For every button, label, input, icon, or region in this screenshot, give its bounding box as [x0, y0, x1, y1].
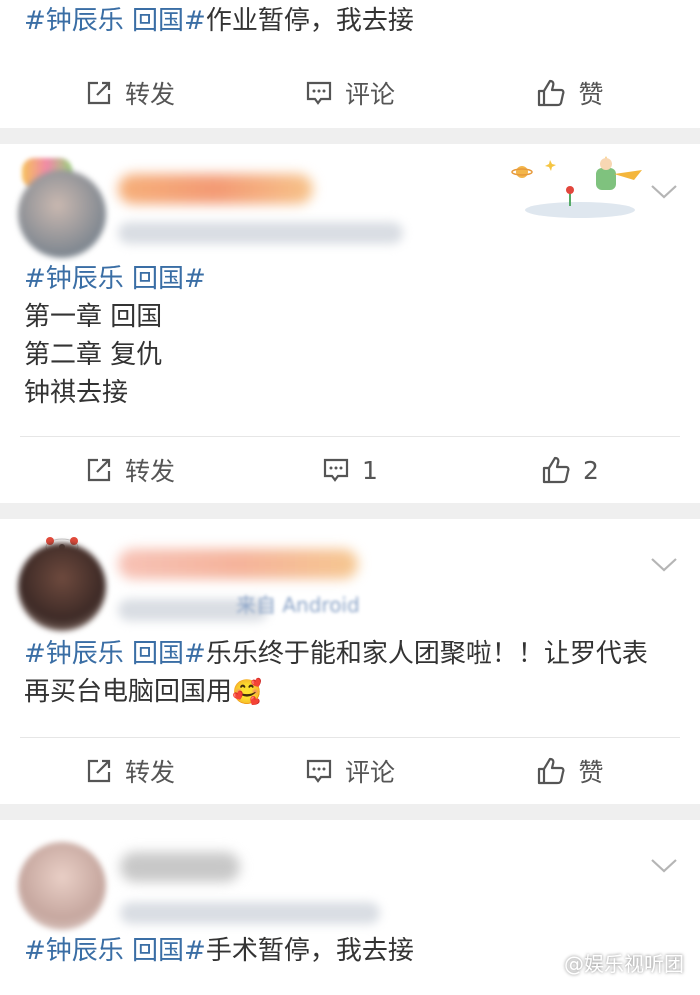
avatar[interactable]	[18, 170, 106, 258]
avatar[interactable]	[18, 543, 106, 631]
post-card-1: #钟辰乐 回国#作业暂停，我去接 转发 评论 赞	[0, 0, 700, 128]
thumbs-up-icon	[542, 456, 570, 484]
repost-button[interactable]: 转发	[20, 753, 240, 789]
comment-button[interactable]: 评论	[240, 75, 460, 111]
post-source: 来自 Android	[236, 593, 360, 617]
post-card-4: #钟辰乐 回国#手术暂停，我去接 @娱乐视听团	[0, 820, 700, 995]
repost-button[interactable]: 转发	[20, 75, 240, 111]
repost-button[interactable]: 转发	[20, 452, 240, 488]
comment-label: 评论	[344, 80, 395, 109]
share-icon	[87, 458, 111, 482]
repost-label: 转发	[124, 80, 175, 109]
post-line-1: 第一章 回国	[24, 302, 163, 332]
comment-icon	[323, 458, 349, 482]
post-text: #钟辰乐 回国#作业暂停，我去接	[0, 0, 700, 60]
little-prince-card-decoration	[511, 156, 642, 218]
repost-label: 转发	[124, 457, 175, 486]
hashtag-link[interactable]: #钟辰乐 回国#	[24, 260, 676, 298]
hashtag-link[interactable]: #钟辰乐 回国#	[24, 936, 206, 966]
separator	[0, 128, 700, 144]
weibo-logo-icon	[536, 953, 560, 973]
post-header	[0, 820, 700, 932]
comment-button[interactable]: 评论	[240, 753, 460, 789]
comment-label: 评论	[344, 758, 395, 787]
post-text: #钟辰乐 回国# 第一章 回国 第二章 复仇 钟祺去接	[0, 260, 700, 412]
thumbs-up-icon	[538, 79, 565, 107]
comment-count: 1	[362, 455, 378, 485]
watermark: @娱乐视听团	[536, 948, 684, 977]
separator	[0, 503, 700, 519]
chevron-down-icon[interactable]	[650, 858, 678, 874]
post-line-3: 钟祺去接	[24, 378, 129, 408]
post-card-3: 来自 Android #钟辰乐 回国#乐乐终于能和家人团聚啦！！让罗代表再买台电…	[0, 519, 700, 804]
separator	[0, 804, 700, 820]
username[interactable]	[118, 174, 313, 204]
avatar[interactable]	[18, 842, 106, 930]
post-header: 来自 Android	[0, 519, 700, 635]
thumbs-up-icon	[538, 757, 565, 785]
share-icon	[87, 81, 111, 105]
username[interactable]	[118, 549, 358, 579]
repost-label: 转发	[124, 758, 175, 787]
comment-icon	[306, 759, 332, 783]
like-count: 2	[583, 455, 599, 485]
share-icon	[87, 759, 111, 783]
post-text: #钟辰乐 回国#乐乐终于能和家人团聚啦！！让罗代表再买台电脑回国用🥰	[0, 635, 700, 711]
like-button[interactable]: 赞	[460, 753, 680, 789]
watermark-text: @娱乐视听团	[564, 952, 684, 976]
emoji-icon: 🥰	[232, 678, 262, 706]
like-button[interactable]: 赞	[460, 75, 680, 111]
post-header	[0, 144, 700, 262]
post-card-2: #钟辰乐 回国# 第一章 回国 第二章 复仇 钟祺去接 转发 1 2	[0, 144, 700, 503]
chevron-down-icon[interactable]	[650, 184, 678, 200]
username[interactable]	[120, 852, 240, 882]
post-body: 作业暂停，我去接	[205, 6, 414, 36]
action-bar: 转发 评论 赞	[20, 60, 680, 126]
hashtag-link[interactable]: #钟辰乐 回国#	[24, 639, 206, 669]
like-label: 赞	[578, 80, 604, 109]
post-body: 手术暂停，我去接	[205, 936, 414, 966]
hashtag-link[interactable]: #钟辰乐 回国#	[24, 6, 206, 36]
comment-button[interactable]: 1	[240, 456, 460, 485]
post-line-2: 第二章 复仇	[24, 340, 163, 370]
comment-icon	[306, 81, 332, 105]
chevron-down-icon[interactable]	[650, 557, 678, 573]
like-label: 赞	[578, 758, 604, 787]
post-meta	[120, 902, 380, 924]
post-meta	[118, 222, 403, 244]
action-bar: 转发 评论 赞	[20, 737, 680, 804]
like-button[interactable]: 2	[460, 455, 680, 485]
action-bar: 转发 1 2	[20, 436, 680, 503]
